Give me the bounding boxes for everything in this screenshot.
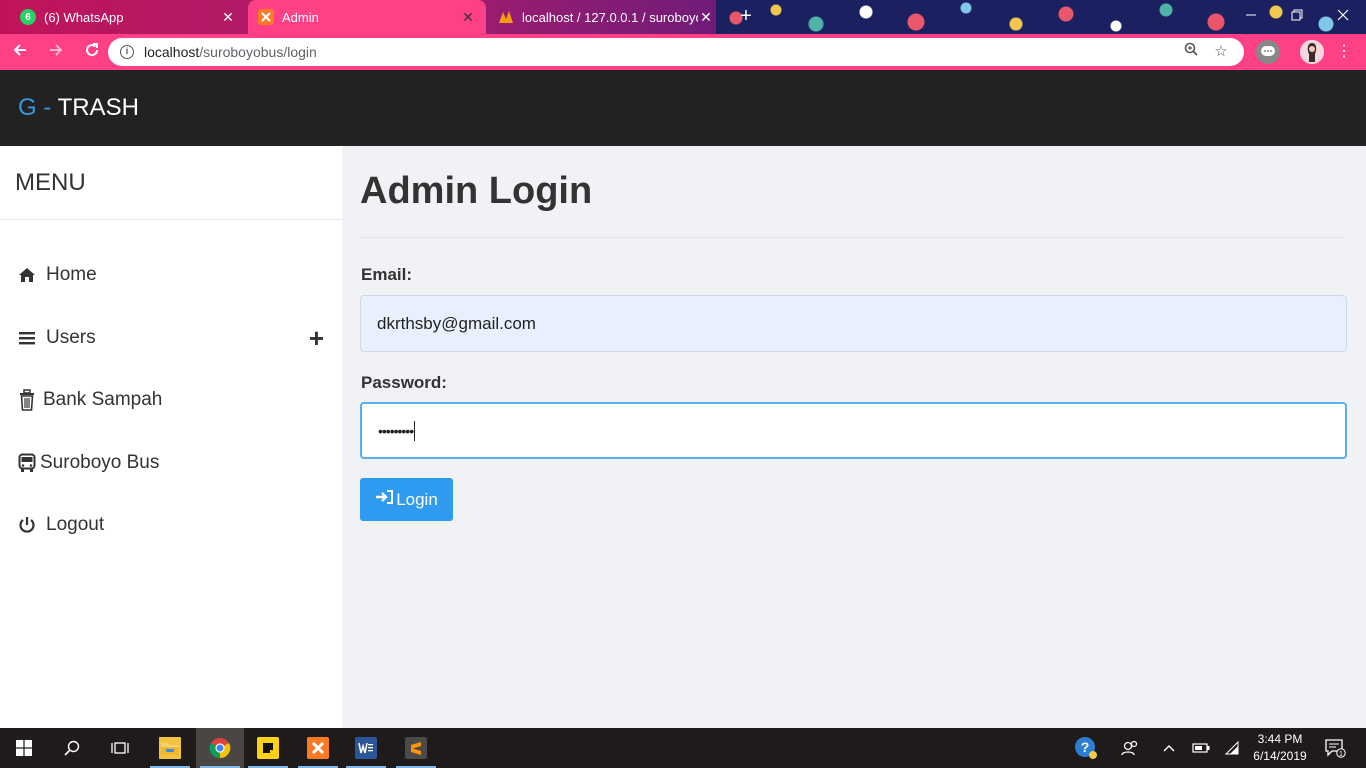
sublime-text-icon[interactable]: [392, 728, 440, 768]
xampp-taskbar-icon[interactable]: [294, 728, 342, 768]
info-icon[interactable]: i: [120, 45, 134, 59]
email-label: Email:: [361, 265, 413, 284]
login-label: Login: [396, 489, 438, 509]
sign-in-icon: [375, 489, 395, 510]
forward-arrow-icon[interactable]: [40, 36, 72, 68]
system-clock[interactable]: 3:44 PM 6/14/2019: [1244, 731, 1316, 765]
new-tab-button[interactable]: +: [733, 5, 759, 29]
tab-title: (6) WhatsApp: [44, 9, 124, 25]
expand-plus-icon[interactable]: +: [309, 323, 324, 354]
search-icon[interactable]: [48, 728, 96, 768]
windows-taskbar: ? 3:44 PM 6/14/2019 1: [0, 728, 1366, 768]
tab-title: Admin: [282, 9, 319, 25]
help-icon[interactable]: ?: [1072, 728, 1100, 768]
reload-icon[interactable]: [76, 36, 108, 68]
back-arrow-icon[interactable]: [4, 36, 36, 68]
phpmyadmin-icon: [498, 9, 514, 25]
xampp-icon: [258, 9, 274, 25]
url-host: localhost: [144, 44, 200, 60]
wifi-icon[interactable]: [1220, 728, 1244, 768]
extension-icon[interactable]: [1256, 40, 1280, 64]
email-field[interactable]: dkrthsby@gmail.com: [360, 295, 1347, 352]
close-icon[interactable]: ✕: [220, 9, 236, 26]
tab-admin[interactable]: Admin ✕: [248, 0, 486, 34]
main-content: Admin Login Email: dkrthsby@gmail.com Pa…: [342, 146, 1366, 728]
sidebar-item-bank-sampah[interactable]: Bank Sampah: [18, 382, 324, 418]
sidebar: MENU Home Users + Bank Sampah Suroboyo B…: [0, 146, 342, 728]
notification-count: 1: [1339, 751, 1343, 758]
restore-icon[interactable]: [1274, 0, 1320, 32]
browser-tab-strip: 6 (6) WhatsApp ✕ Admin ✕ localhost / 127…: [0, 0, 1366, 34]
password-label: Password:: [361, 373, 447, 392]
word-icon[interactable]: [342, 728, 390, 768]
svg-text:?: ?: [1081, 739, 1090, 755]
tab-phpmyadmin[interactable]: localhost / 127.0.0.1 / suroboyobus ✕: [488, 0, 724, 34]
address-bar[interactable]: i localhost/suroboyobus/login ☆: [108, 38, 1244, 66]
password-mask: •••••••••: [378, 422, 414, 439]
sidebar-item-label: Logout: [46, 514, 105, 535]
brand-prefix: G -: [18, 94, 52, 121]
file-explorer-icon[interactable]: [146, 728, 194, 768]
notification-center-icon[interactable]: 1: [1320, 728, 1350, 768]
sidebar-item-users[interactable]: Users +: [18, 320, 324, 356]
zoom-icon[interactable]: [1180, 41, 1202, 63]
sidebar-item-label: Suroboyo Bus: [40, 452, 160, 473]
windows-start-icon[interactable]: [0, 728, 48, 768]
sidebar-item-label: Bank Sampah: [43, 389, 163, 410]
window-close-icon[interactable]: [1320, 0, 1366, 32]
close-icon[interactable]: ✕: [698, 9, 714, 26]
brand-name: TRASH: [57, 94, 139, 121]
sticky-notes-icon[interactable]: [244, 728, 292, 768]
chevron-up-icon[interactable]: [1156, 728, 1182, 768]
bus-icon: [18, 453, 36, 473]
trash-icon: [18, 389, 38, 411]
chrome-icon[interactable]: [196, 728, 244, 768]
close-icon[interactable]: ✕: [460, 9, 476, 26]
sidebar-item-suroboyo-bus[interactable]: Suroboyo Bus: [18, 445, 324, 481]
battery-icon[interactable]: [1188, 728, 1214, 768]
sidebar-item-home[interactable]: Home: [18, 257, 324, 293]
brand-logo[interactable]: G - TRASH: [18, 94, 139, 122]
text-caret: [414, 420, 416, 441]
sidebar-item-label: Users: [46, 327, 96, 348]
email-value: dkrthsby@gmail.com: [377, 313, 536, 333]
title-divider: [360, 237, 1347, 238]
url-path: /suroboyobus/login: [199, 44, 317, 60]
sidebar-item-label: Home: [46, 264, 97, 285]
clock-time: 3:44 PM: [1257, 732, 1303, 746]
whatsapp-icon: 6: [20, 9, 36, 25]
power-icon: [18, 516, 40, 534]
clock-date: 6/14/2019: [1253, 749, 1307, 763]
tab-whatsapp[interactable]: 6 (6) WhatsApp ✕: [10, 0, 246, 34]
app-navbar: G - TRASH: [0, 70, 1366, 146]
browser-toolbar: i localhost/suroboyobus/login ☆ ⋮: [0, 34, 1366, 70]
task-view-icon[interactable]: [96, 728, 144, 768]
list-icon: [18, 330, 40, 346]
sidebar-item-logout[interactable]: Logout: [18, 507, 324, 543]
password-field[interactable]: •••••••••: [360, 402, 1347, 459]
minimize-icon[interactable]: [1228, 0, 1274, 32]
tab-title: localhost / 127.0.0.1 / suroboyobus: [522, 9, 698, 25]
profile-avatar[interactable]: [1300, 40, 1324, 64]
bookmark-star-icon[interactable]: ☆: [1210, 41, 1232, 63]
home-icon: [18, 267, 40, 283]
people-icon[interactable]: [1116, 728, 1144, 768]
browser-menu-icon[interactable]: ⋮: [1332, 40, 1356, 64]
page-title: Admin Login: [360, 170, 593, 212]
login-button[interactable]: Login: [360, 478, 453, 521]
url-text[interactable]: localhost/suroboyobus/login: [144, 44, 1172, 60]
sidebar-heading: MENU: [0, 146, 342, 220]
